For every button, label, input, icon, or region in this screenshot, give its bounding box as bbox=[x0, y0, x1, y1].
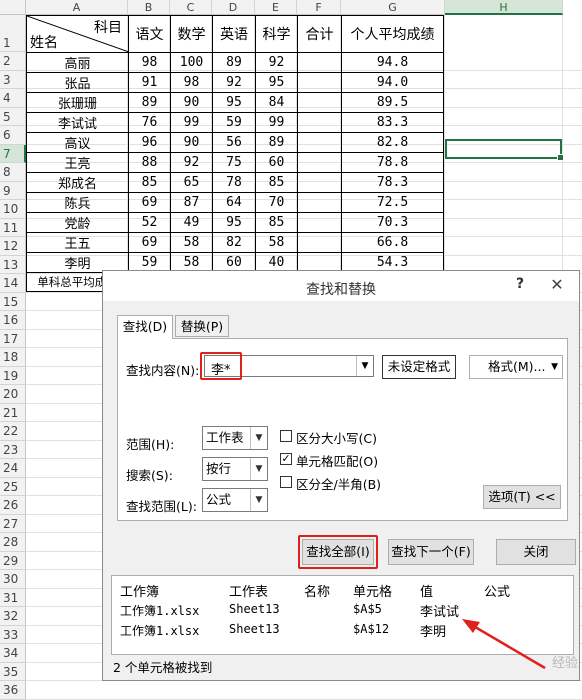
tab-find[interactable]: 查找(D) bbox=[117, 315, 173, 339]
row-header[interactable]: 36 bbox=[0, 681, 26, 700]
arrow-head bbox=[462, 619, 480, 633]
annotation-arrow bbox=[462, 619, 546, 670]
arrow-line bbox=[469, 622, 546, 670]
grid-line bbox=[26, 698, 582, 700]
watermark: 经验 bbox=[551, 656, 578, 671]
